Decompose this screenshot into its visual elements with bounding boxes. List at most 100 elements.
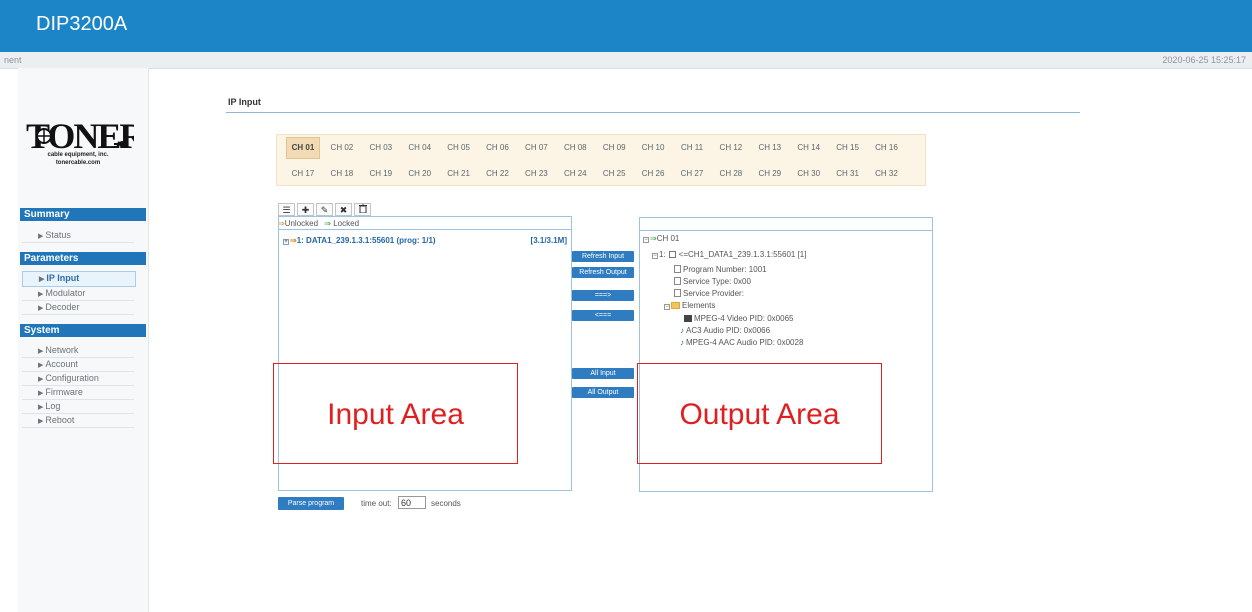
channel-tab-ch16[interactable]: CH 16 xyxy=(870,141,904,155)
channel-tab-ch04[interactable]: CH 04 xyxy=(403,141,437,155)
add-to-output-button[interactable]: ===> xyxy=(572,290,634,301)
sidebar-section-parameters[interactable]: Parameters xyxy=(20,252,146,265)
document-icon xyxy=(674,265,681,273)
channel-tab-ch05[interactable]: CH 05 xyxy=(442,141,476,155)
channel-tab-ch20[interactable]: CH 20 xyxy=(403,167,437,181)
audio-note-icon: ♪ xyxy=(680,338,684,347)
channel-tab-ch15[interactable]: CH 15 xyxy=(831,141,865,155)
audio-note-icon: ♪ xyxy=(680,326,684,335)
channel-tab-ch03[interactable]: CH 03 xyxy=(364,141,398,155)
sidebar-item-log[interactable]: ▶ Log xyxy=(22,400,134,414)
logo-tagline: cable equipment, inc. xyxy=(47,152,109,158)
output-channel-node[interactable]: − ⇒CH 01 xyxy=(643,234,679,243)
program-checkbox[interactable] xyxy=(668,251,676,258)
channel-tab-ch08[interactable]: CH 08 xyxy=(558,141,592,155)
locked-arrow-icon: ⇒ xyxy=(650,234,657,243)
arrow-right-icon: ▶ xyxy=(38,376,44,383)
arrow-right-icon: ▶ xyxy=(38,233,44,240)
input-stream-rate: [3.1/3.1M] xyxy=(530,236,567,245)
datetime-display: 2020-06-25 15:25:17 xyxy=(1162,55,1246,65)
timeout-input[interactable] xyxy=(398,496,426,509)
sidebar-item-status[interactable]: ▶ Status xyxy=(22,229,134,243)
channel-tab-ch32[interactable]: CH 32 xyxy=(870,167,904,181)
elements-label: Elements xyxy=(682,301,716,310)
service-type-row: Service Type: 0x00 xyxy=(674,277,751,286)
service-provider: Service Provider: xyxy=(683,289,744,298)
elements-node[interactable]: − Elements xyxy=(664,301,715,310)
document-icon xyxy=(674,289,681,297)
program-number: Program Number: 1001 xyxy=(683,265,767,274)
program-label: <=CH1_DATA1_239.1.3.1:55601 [1] xyxy=(678,250,807,259)
sidebar-item-label: Network xyxy=(45,345,79,355)
channel-tab-ch07[interactable]: CH 07 xyxy=(519,141,553,155)
channel-tab-ch31[interactable]: CH 31 xyxy=(831,167,865,181)
channel-tab-ch06[interactable]: CH 06 xyxy=(481,141,515,155)
sidebar-item-decoder[interactable]: ▶ Decoder xyxy=(22,301,134,315)
stream-arrow-icon: ⇒ xyxy=(290,236,297,245)
channel-tab-ch12[interactable]: CH 12 xyxy=(714,141,748,155)
channel-tab-ch19[interactable]: CH 19 xyxy=(364,167,398,181)
list-icon[interactable]: ☰ xyxy=(278,203,295,216)
channel-tab-ch09[interactable]: CH 09 xyxy=(597,141,631,155)
sidebar-item-ip-input[interactable]: ▶ IP Input xyxy=(22,271,136,287)
element-ac3-row: ♪ AC3 Audio PID: 0x0066 xyxy=(680,326,770,335)
close-icon[interactable]: ✖ xyxy=(335,203,352,216)
sidebar-item-network[interactable]: ▶ Network xyxy=(22,344,134,358)
input-area-label: Input Area xyxy=(327,398,464,431)
refresh-input-button[interactable]: Refresh Input xyxy=(572,251,634,262)
input-toolbar: ☰ ✚ ✎ ✖ xyxy=(278,203,371,216)
channel-tab-ch30[interactable]: CH 30 xyxy=(792,167,826,181)
all-output-button[interactable]: All Output xyxy=(572,387,634,398)
arrow-right-icon: ▶ xyxy=(39,276,45,283)
sidebar-item-label: Firmware xyxy=(45,387,83,397)
plus-icon[interactable]: ✚ xyxy=(297,203,314,216)
element-video: MPEG-4 Video PID: 0x0065 xyxy=(694,314,794,323)
channel-tab-ch24[interactable]: CH 24 xyxy=(558,167,592,181)
channel-tab-ch14[interactable]: CH 14 xyxy=(792,141,826,155)
channel-tab-ch17[interactable]: CH 17 xyxy=(286,167,320,181)
channel-tab-ch27[interactable]: CH 27 xyxy=(675,167,709,181)
sidebar-section-summary[interactable]: Summary xyxy=(20,208,146,221)
refresh-output-button[interactable]: Refresh Output xyxy=(572,267,634,278)
app-title: DIP3200A xyxy=(36,13,128,35)
sidebar-item-reboot[interactable]: ▶ Reboot xyxy=(22,414,134,428)
channel-tab-ch18[interactable]: CH 18 xyxy=(325,167,359,181)
channel-tab-ch01[interactable]: CH 01 xyxy=(286,137,320,159)
remove-from-output-button[interactable]: <=== xyxy=(572,310,634,321)
channel-tab-ch22[interactable]: CH 22 xyxy=(481,167,515,181)
sidebar-item-configuration[interactable]: ▶ Configuration xyxy=(22,372,134,386)
sidebar-item-label: IP Input xyxy=(46,273,80,283)
all-input-button[interactable]: All Input xyxy=(572,368,634,379)
sidebar-item-label: Modulator xyxy=(45,288,86,298)
sidebar-item-label: Status xyxy=(45,230,71,240)
channel-tab-ch21[interactable]: CH 21 xyxy=(442,167,476,181)
status-subbar: nent 2020-06-25 15:25:17 xyxy=(0,52,1252,69)
sidebar-item-firmware[interactable]: ▶ Firmware xyxy=(22,386,134,400)
sidebar-section-system[interactable]: System xyxy=(20,324,146,337)
channel-tab-ch26[interactable]: CH 26 xyxy=(636,167,670,181)
collapse-icon[interactable]: − xyxy=(664,304,670,310)
sidebar-item-label: Reboot xyxy=(45,415,75,425)
sidebar-item-account[interactable]: ▶ Account xyxy=(22,358,134,372)
channel-tab-ch10[interactable]: CH 10 xyxy=(636,141,670,155)
edit-icon[interactable]: ✎ xyxy=(316,203,333,216)
channel-tab-ch28[interactable]: CH 28 xyxy=(714,167,748,181)
collapse-icon[interactable]: − xyxy=(652,253,658,259)
parse-program-button[interactable]: Parse program xyxy=(278,497,344,510)
output-program-node[interactable]: −1: <=CH1_DATA1_239.1.3.1:55601 [1] xyxy=(652,250,806,259)
channel-tab-ch13[interactable]: CH 13 xyxy=(753,141,787,155)
channel-tab-ch29[interactable]: CH 29 xyxy=(753,167,787,181)
channel-tab-ch11[interactable]: CH 11 xyxy=(675,141,709,155)
channel-tab-ch02[interactable]: CH 02 xyxy=(325,141,359,155)
sidebar-item-modulator[interactable]: ▶ Modulator xyxy=(22,287,134,301)
input-stream-entry[interactable]: + ⇒1: DATA1_239.1.3.1:55601 (prog: 1/1) xyxy=(283,236,436,245)
collapse-icon[interactable]: − xyxy=(643,237,649,243)
program-prefix: 1: xyxy=(659,250,666,259)
timeout-unit: seconds xyxy=(431,499,461,508)
element-aac: MPEG-4 AAC Audio PID: 0x0028 xyxy=(686,338,804,347)
channel-tab-ch23[interactable]: CH 23 xyxy=(519,167,553,181)
trash-icon[interactable] xyxy=(354,203,371,216)
channel-tab-ch25[interactable]: CH 25 xyxy=(597,167,631,181)
service-provider-row: Service Provider: xyxy=(674,289,744,298)
expand-icon[interactable]: + xyxy=(283,239,289,245)
